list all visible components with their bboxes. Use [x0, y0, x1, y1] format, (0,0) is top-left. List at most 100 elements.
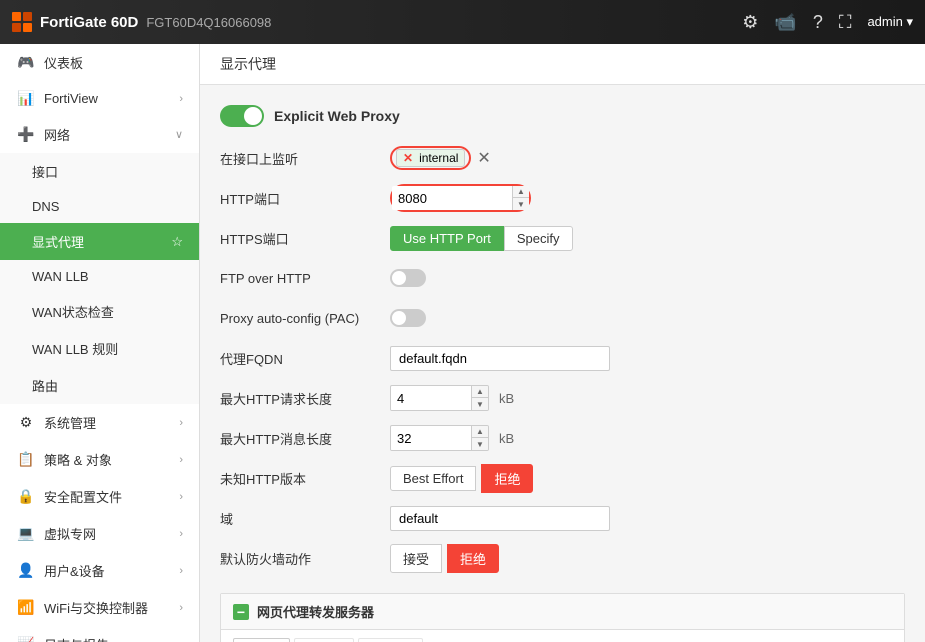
chevron-right-icon-2: ›: [179, 417, 183, 429]
chevron-right-icon-7: ›: [179, 602, 183, 614]
sidebar-item-security[interactable]: 🔒 安全配置文件 ›: [0, 478, 199, 515]
sidebar-item-vpn[interactable]: 💻 虚拟专网 ›: [0, 515, 199, 552]
topbar-actions: ⚙ 📹 ? ⛶ admin ▾: [742, 12, 913, 33]
max-http-msg-up[interactable]: ▲: [472, 426, 488, 438]
collapse-icon[interactable]: −: [233, 604, 249, 620]
http-port-up[interactable]: ▲: [513, 186, 529, 198]
content-area: 显示代理 Explicit Web Proxy 在接口上监听 ✕ interna…: [200, 44, 925, 642]
accept-btn[interactable]: 接受: [390, 544, 442, 573]
interface-tag-input[interactable]: ✕ internal: [390, 146, 471, 170]
video-icon[interactable]: 📹: [774, 12, 796, 33]
star-icon: ☆: [171, 234, 183, 250]
max-http-msg-field[interactable]: [391, 427, 471, 450]
sidebar-item-wan-check[interactable]: WAN状态检查: [0, 293, 199, 330]
domain-row: 域: [220, 503, 905, 533]
user-label: admin ▾: [867, 14, 913, 30]
pac-row: Proxy auto-config (PAC): [220, 303, 905, 333]
domain-input[interactable]: [390, 506, 610, 531]
max-http-msg-unit: kB: [499, 431, 514, 446]
chevron-right-icon-8: ›: [179, 639, 183, 642]
http-port-input-wrap: ▲ ▼: [390, 184, 531, 212]
sidebar-item-fortiview[interactable]: 📊 FortiView ›: [0, 81, 199, 116]
pac-toggle-knob: [392, 311, 406, 325]
sidebar-label-dashboard: 仪表板: [44, 53, 183, 72]
max-http-req-up[interactable]: ▲: [472, 386, 488, 398]
reject-fw-btn[interactable]: 拒绝: [447, 544, 499, 573]
security-icon: 🔒: [16, 488, 36, 505]
edit-btn[interactable]: ✏ 编辑: [294, 638, 354, 642]
ftp-http-control: [390, 269, 905, 287]
topbar: FortiGate 60D FGT60D4Q16066098 ⚙ 📹 ? ⛶ a…: [0, 0, 925, 44]
new-btn[interactable]: + 新建: [233, 638, 290, 642]
explicit-proxy-header: Explicit Web Proxy: [220, 105, 905, 127]
sidebar-label-network: 网络: [44, 125, 175, 144]
pac-toggle[interactable]: [390, 309, 426, 327]
sidebar-item-dns[interactable]: DNS: [0, 190, 199, 223]
unknown-http-ver-control: Best Effort 拒绝: [390, 464, 905, 493]
sidebar-label-log: 日志与报告: [44, 635, 179, 642]
max-http-msg-input-wrap: ▲ ▼: [390, 425, 489, 451]
sidebar-item-network[interactable]: ➕ 网络 ∨: [0, 116, 199, 153]
specify-btn[interactable]: Specify: [504, 226, 573, 251]
https-port-label: HTTPS端口: [220, 229, 390, 248]
sidebar-item-sysadmin[interactable]: ⚙ 系统管理 ›: [0, 404, 199, 441]
domain-control: [390, 506, 905, 531]
sidebar-item-wan-llb[interactable]: WAN LLB: [0, 260, 199, 293]
proxy-fqdn-control: [390, 346, 905, 371]
proxy-fqdn-label: 代理FQDN: [220, 349, 390, 368]
http-port-number-input[interactable]: ▲ ▼: [392, 186, 529, 210]
dashboard-icon: 🎮: [16, 54, 36, 71]
interface-clear-icon[interactable]: ✕: [477, 148, 490, 168]
sidebar-item-dashboard[interactable]: 🎮 仪表板: [0, 44, 199, 81]
chevron-right-icon-5: ›: [179, 528, 183, 540]
toggle-knob: [244, 107, 262, 125]
help-icon[interactable]: ?: [813, 12, 823, 33]
user-menu[interactable]: admin ▾: [867, 14, 913, 30]
explicit-proxy-toggle[interactable]: [220, 105, 264, 127]
chevron-right-icon-3: ›: [179, 454, 183, 466]
best-effort-btn[interactable]: Best Effort: [390, 466, 476, 491]
max-http-msg-down[interactable]: ▼: [472, 438, 488, 450]
http-port-label: HTTP端口: [220, 189, 390, 208]
network-submenu: 接口 DNS 显式代理 ☆ WAN LLB WAN状态检查 WAN LLB 规则…: [0, 153, 199, 404]
ftp-http-row: FTP over HTTP: [220, 263, 905, 293]
sidebar-item-policy[interactable]: 📋 策略 & 对象 ›: [0, 441, 199, 478]
sidebar-label-fortiview: FortiView: [44, 91, 179, 106]
sidebar-item-log[interactable]: 📈 日志与报告 ›: [0, 626, 199, 642]
sidebar-item-wifi[interactable]: 📶 WiFi与交换控制器 ›: [0, 589, 199, 626]
sysadmin-icon: ⚙: [16, 414, 36, 431]
main-layout: 🎮 仪表板 📊 FortiView › ➕ 网络 ∨ 接口 DNS 显式代理 ☆: [0, 44, 925, 642]
max-http-msg-row: 最大HTTP消息长度 ▲ ▼ kB: [220, 423, 905, 453]
settings-icon[interactable]: ⚙: [742, 12, 758, 33]
ftp-http-toggle[interactable]: [390, 269, 426, 287]
tag-x-icon[interactable]: ✕: [403, 151, 413, 165]
domain-label: 域: [220, 509, 390, 528]
max-http-req-spinners: ▲ ▼: [471, 386, 488, 410]
sidebar-label-security: 安全配置文件: [44, 487, 179, 506]
delete-btn[interactable]: 🗑 删除: [358, 638, 423, 642]
users-icon: 👤: [16, 562, 36, 579]
sidebar-item-explicit-proxy[interactable]: 显式代理 ☆: [0, 223, 199, 260]
use-http-port-btn[interactable]: Use HTTP Port: [390, 226, 504, 251]
expand-icon[interactable]: ⛶: [839, 12, 852, 33]
pac-control: [390, 309, 905, 327]
sidebar-item-wan-llb-rules[interactable]: WAN LLB 规则: [0, 330, 199, 367]
http-port-field[interactable]: [392, 187, 512, 210]
sidebar-item-interface[interactable]: 接口: [0, 153, 199, 190]
sidebar-item-routing[interactable]: 路由: [0, 367, 199, 404]
sidebar-item-users[interactable]: 👤 用户&设备 ›: [0, 552, 199, 589]
vpn-icon: 💻: [16, 525, 36, 542]
sidebar-label-wan-llb-rules: WAN LLB 规则: [32, 339, 183, 358]
ftp-toggle-knob: [392, 271, 406, 285]
max-http-req-field[interactable]: [391, 387, 471, 410]
default-fw-action-control: 接受 拒绝: [390, 544, 905, 573]
max-http-req-down[interactable]: ▼: [472, 398, 488, 410]
max-http-msg-label: 最大HTTP消息长度: [220, 429, 390, 448]
http-port-row: HTTP端口 ▲ ▼: [220, 183, 905, 213]
max-http-req-input-wrap: ▲ ▼: [390, 385, 489, 411]
http-port-down[interactable]: ▼: [513, 198, 529, 210]
https-port-btngroup: Use HTTP Port Specify: [390, 226, 573, 251]
proxy-fqdn-row: 代理FQDN: [220, 343, 905, 373]
reject-http-ver-btn[interactable]: 拒绝: [481, 464, 533, 493]
proxy-fqdn-input[interactable]: [390, 346, 610, 371]
